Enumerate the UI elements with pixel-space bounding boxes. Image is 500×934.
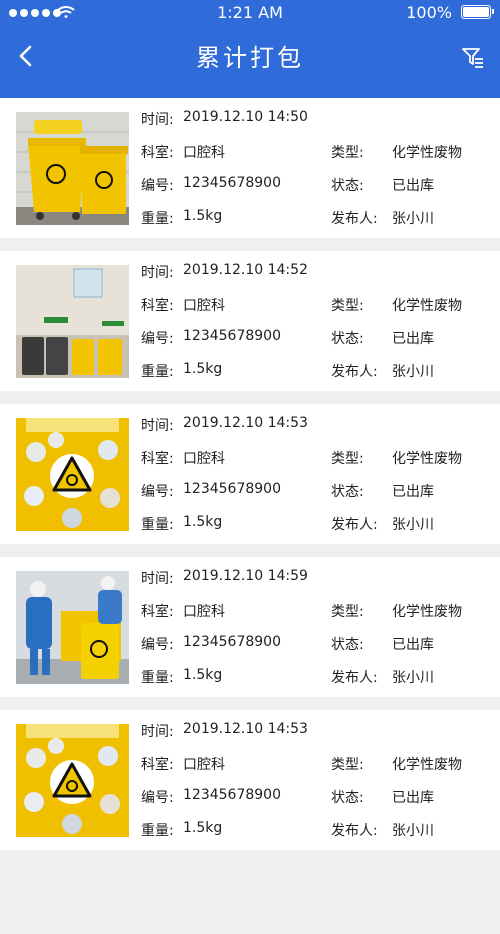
- type-label: 类型:: [331, 451, 364, 467]
- type-value: 化学性废物: [392, 451, 462, 467]
- time-label: 时间:: [141, 418, 174, 434]
- app-header: 1:21 AM 100% 累计打包: [0, 0, 500, 98]
- status-label: 状态:: [331, 178, 364, 194]
- department-value: 口腔科: [183, 298, 225, 314]
- publisher-label: 发布人:: [331, 823, 378, 839]
- type-value: 化学性废物: [392, 604, 462, 620]
- publisher-label: 发布人:: [331, 517, 378, 533]
- publisher-value: 张小川: [392, 823, 434, 839]
- record-card[interactable]: 时间: 2019.12.10 14:50 科室: 口腔科编号: 12345678900 重…: [0, 98, 500, 238]
- filter-icon[interactable]: [460, 44, 486, 70]
- publisher-label: 发布人:: [331, 364, 378, 380]
- weight-label: 重量:: [141, 364, 174, 380]
- number-label: 编号:: [141, 637, 174, 653]
- time-label: 时间:: [141, 265, 174, 281]
- type-value: 化学性废物: [392, 757, 462, 773]
- department-value: 口腔科: [183, 451, 225, 467]
- number-value: 12345678900: [183, 481, 281, 497]
- type-label: 类型:: [331, 298, 364, 314]
- type-value: 化学性废物: [392, 298, 462, 314]
- publisher-label: 发布人:: [331, 670, 378, 686]
- time-label: 时间:: [141, 724, 174, 740]
- number-value: 12345678900: [183, 634, 281, 650]
- type-label: 类型:: [331, 604, 364, 620]
- publisher-value: 张小川: [392, 211, 434, 227]
- time-value: 2019.12.10 14:53: [183, 721, 308, 737]
- record-thumbnail: [16, 265, 129, 378]
- page-title: 累计打包: [196, 44, 304, 72]
- weight-label: 重量:: [141, 211, 174, 227]
- time-value: 2019.12.10 14:52: [183, 262, 308, 278]
- weight-value: 1.5kg: [183, 667, 223, 683]
- weight-value: 1.5kg: [183, 208, 223, 224]
- department-label: 科室:: [141, 145, 174, 161]
- record-thumbnail: [16, 571, 129, 684]
- status-label: 状态:: [331, 331, 364, 347]
- weight-value: 1.5kg: [183, 361, 223, 377]
- weight-value: 1.5kg: [183, 820, 223, 836]
- department-label: 科室:: [141, 757, 174, 773]
- publisher-value: 张小川: [392, 364, 434, 380]
- number-value: 12345678900: [183, 787, 281, 803]
- status-value: 已出库: [392, 790, 434, 806]
- time-value: 2019.12.10 14:50: [183, 109, 308, 125]
- publisher-value: 张小川: [392, 517, 434, 533]
- number-label: 编号:: [141, 790, 174, 806]
- department-value: 口腔科: [183, 604, 225, 620]
- status-label: 状态:: [331, 484, 364, 500]
- battery-icon: [461, 5, 494, 19]
- time-label: 时间:: [141, 112, 174, 128]
- weight-label: 重量:: [141, 670, 174, 686]
- number-label: 编号:: [141, 484, 174, 500]
- department-label: 科室:: [141, 298, 174, 314]
- status-label: 状态:: [331, 790, 364, 806]
- status-bar: 1:21 AM 100%: [0, 0, 500, 26]
- status-value: 已出库: [392, 178, 434, 194]
- department-value: 口腔科: [183, 757, 225, 773]
- type-label: 类型:: [331, 757, 364, 773]
- record-card[interactable]: 时间: 2019.12.10 14:53 科室: 口腔科编号: 12345678900 重…: [0, 710, 500, 850]
- weight-label: 重量:: [141, 517, 174, 533]
- time-value: 2019.12.10 14:53: [183, 415, 308, 431]
- weight-label: 重量:: [141, 823, 174, 839]
- status-label: 状态:: [331, 637, 364, 653]
- record-card[interactable]: 时间: 2019.12.10 14:53 科室: 口腔科编号: 12345678900 重…: [0, 404, 500, 544]
- type-value: 化学性废物: [392, 145, 462, 161]
- weight-value: 1.5kg: [183, 514, 223, 530]
- publisher-label: 发布人:: [331, 211, 378, 227]
- number-value: 12345678900: [183, 328, 281, 344]
- status-value: 已出库: [392, 331, 434, 347]
- record-thumbnail: [16, 112, 129, 225]
- record-card[interactable]: 时间: 2019.12.10 14:52 科室: 口腔科编号: 12345678900 重…: [0, 251, 500, 391]
- battery-percent: 100%: [406, 3, 452, 22]
- time-value: 2019.12.10 14:59: [183, 568, 308, 584]
- time-label: 时间:: [141, 571, 174, 587]
- type-label: 类型:: [331, 145, 364, 161]
- number-label: 编号:: [141, 178, 174, 194]
- record-card[interactable]: 时间: 2019.12.10 14:59 科室: 口腔科编号: 12345678900 重…: [0, 557, 500, 697]
- number-value: 12345678900: [183, 175, 281, 191]
- publisher-value: 张小川: [392, 670, 434, 686]
- department-label: 科室:: [141, 604, 174, 620]
- department-value: 口腔科: [183, 145, 225, 161]
- record-thumbnail: [16, 418, 129, 531]
- status-value: 已出库: [392, 637, 434, 653]
- department-label: 科室:: [141, 451, 174, 467]
- status-value: 已出库: [392, 484, 434, 500]
- record-thumbnail: [16, 724, 129, 837]
- number-label: 编号:: [141, 331, 174, 347]
